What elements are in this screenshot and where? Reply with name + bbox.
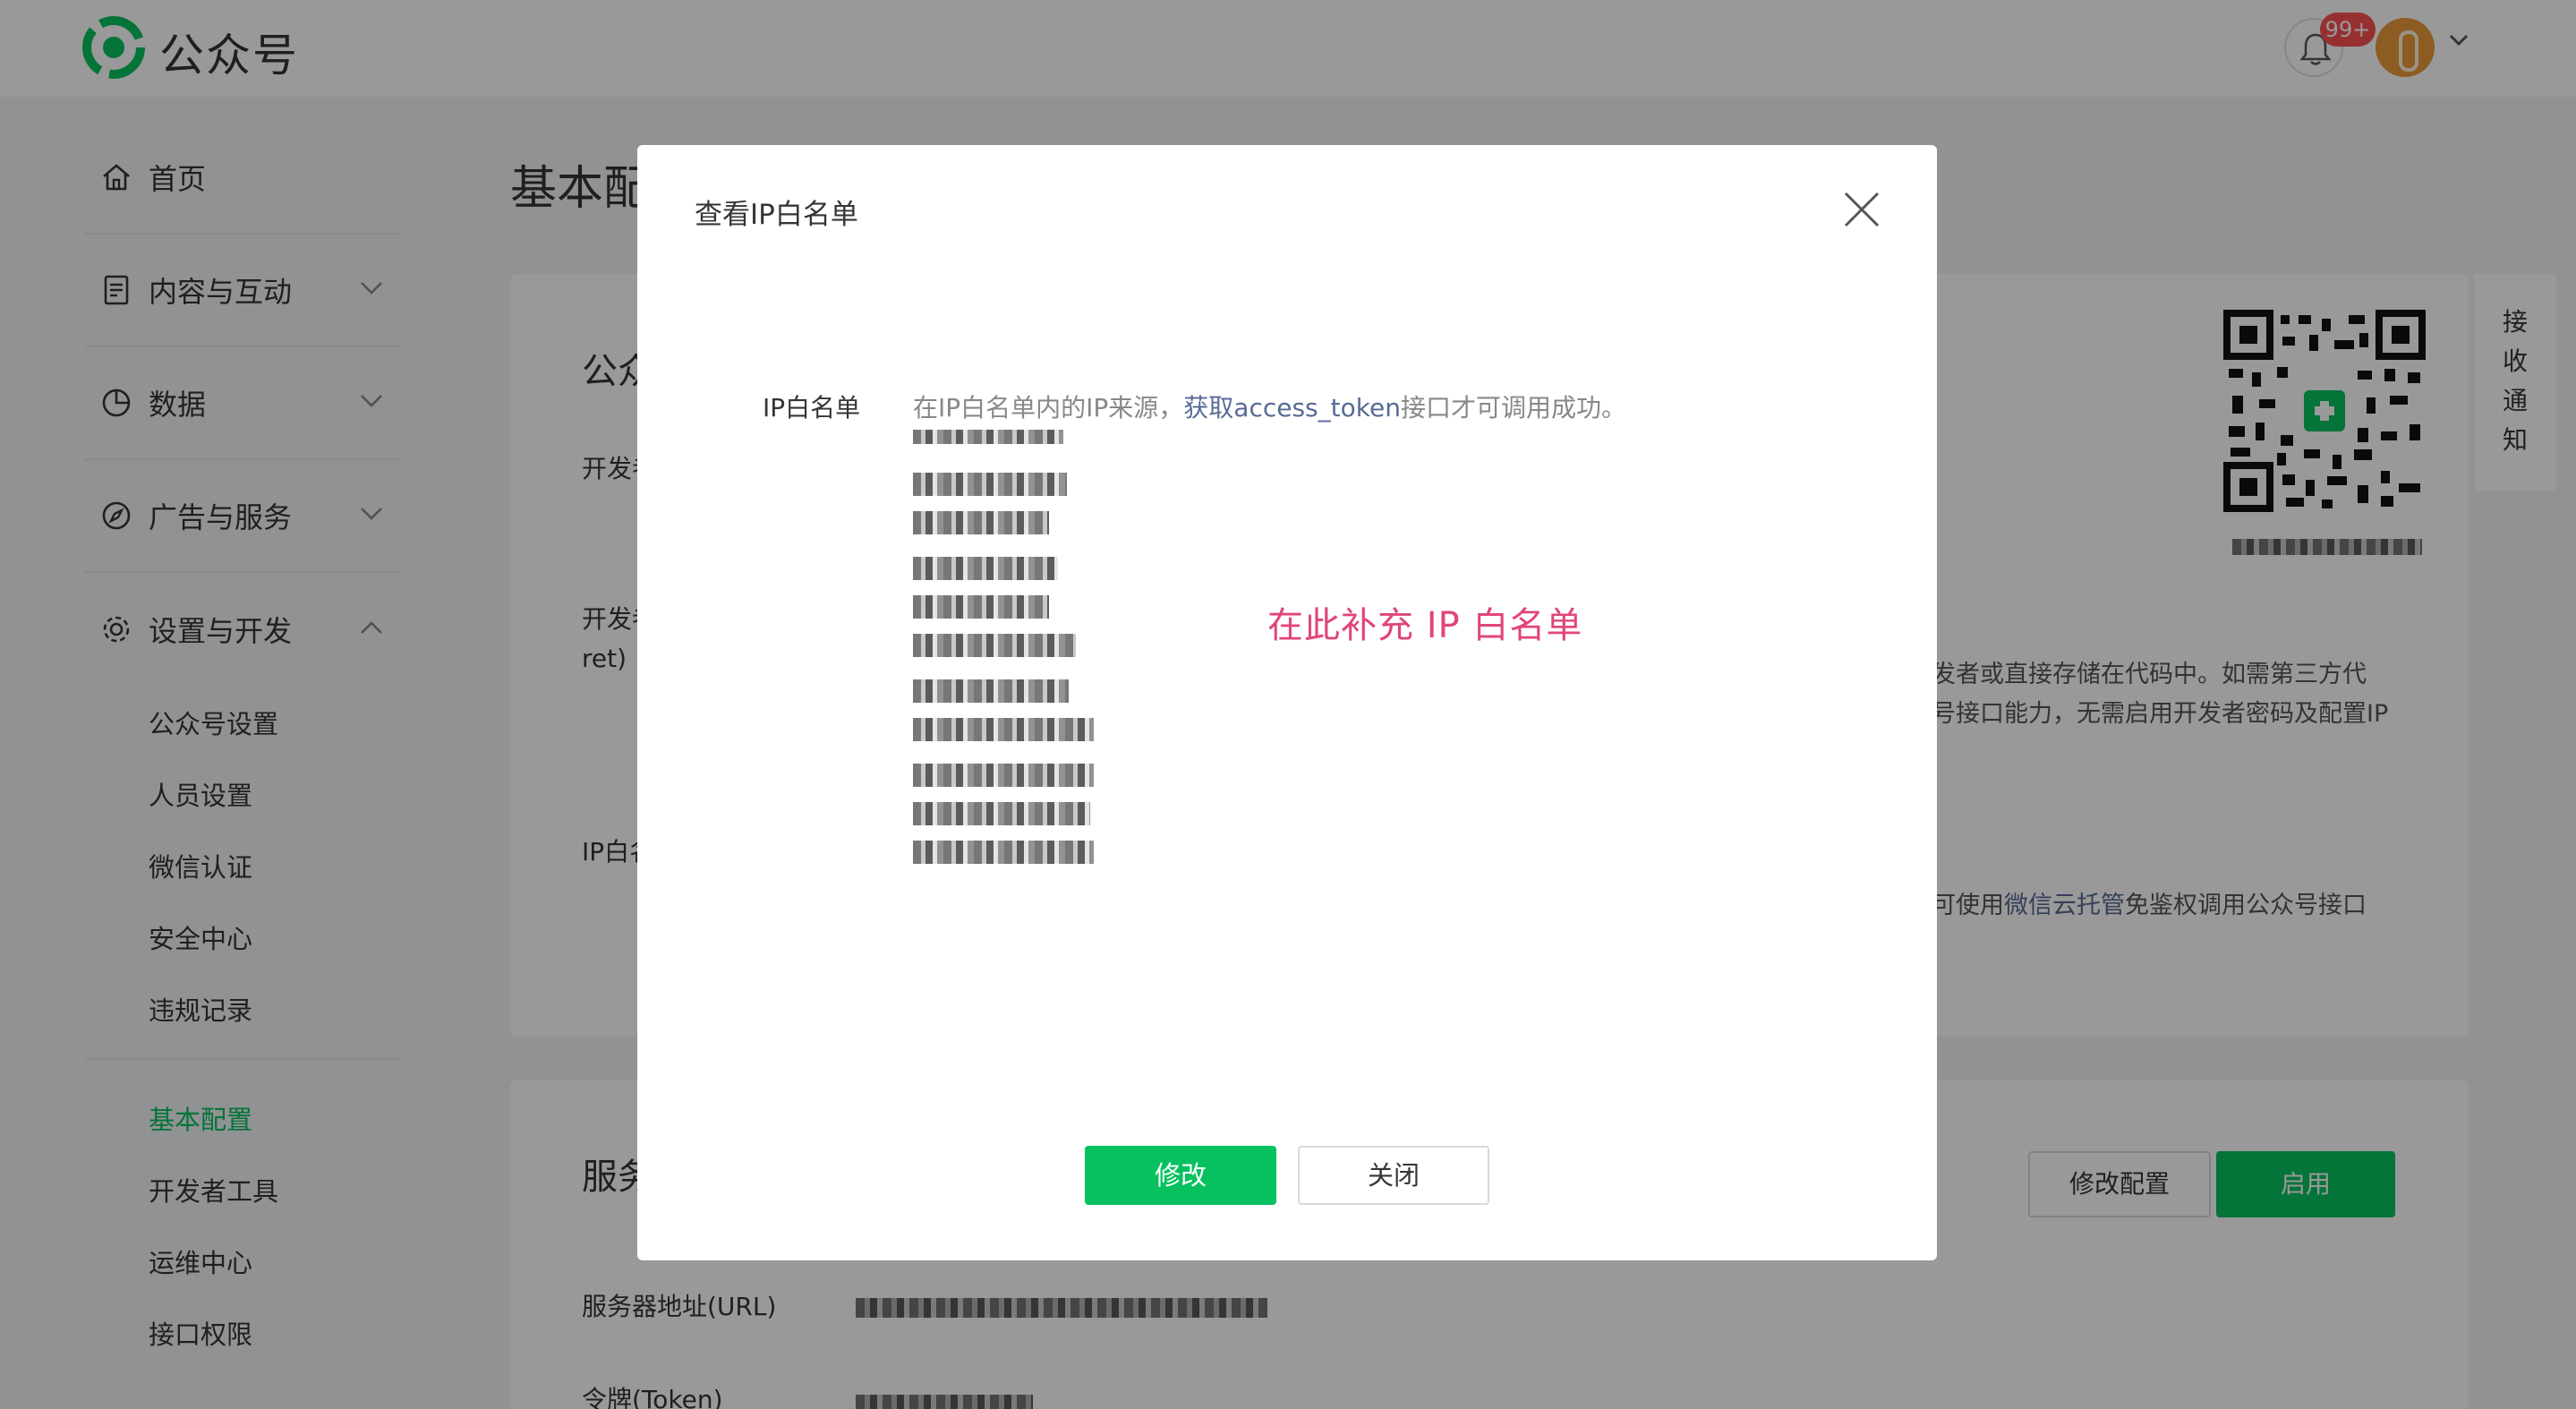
ip-entry-redacted xyxy=(913,841,1094,864)
ip-entry-redacted xyxy=(913,430,1063,444)
ip-entry-redacted xyxy=(913,718,1094,741)
ip-entry-redacted xyxy=(913,595,1049,619)
ip-entry-redacted xyxy=(913,679,1069,703)
ip-entry-redacted xyxy=(913,557,1058,580)
desc-suffix: 接口才可调用成功。 xyxy=(1400,393,1626,423)
ip-entry-redacted xyxy=(913,511,1049,534)
ip-entry-redacted xyxy=(913,764,1094,787)
ip-list-redacted xyxy=(913,430,1094,879)
whitelist-hint-annotation: 在此补充 IP 白名单 xyxy=(1267,605,1583,646)
close-icon[interactable] xyxy=(1842,190,1881,229)
ip-whitelist-field-label: IP白名单 xyxy=(763,393,861,423)
access-token-link[interactable]: 获取access_token xyxy=(1183,393,1401,423)
dialog-title: 查看IP白名单 xyxy=(695,199,858,231)
ip-entry-redacted xyxy=(913,634,1076,657)
ip-entry-redacted xyxy=(913,802,1090,825)
ip-entry-redacted xyxy=(913,473,1067,496)
modify-button[interactable]: 修改 xyxy=(1085,1146,1276,1205)
ip-whitelist-description: 在IP白名单内的IP来源，获取access_token接口才可调用成功。 xyxy=(913,389,1626,424)
desc-prefix: 在IP白名单内的IP来源， xyxy=(913,393,1184,423)
close-button[interactable]: 关闭 xyxy=(1298,1146,1489,1205)
ip-whitelist-dialog: 查看IP白名单 IP白名单 在IP白名单内的IP来源，获取access_toke… xyxy=(637,145,1937,1260)
